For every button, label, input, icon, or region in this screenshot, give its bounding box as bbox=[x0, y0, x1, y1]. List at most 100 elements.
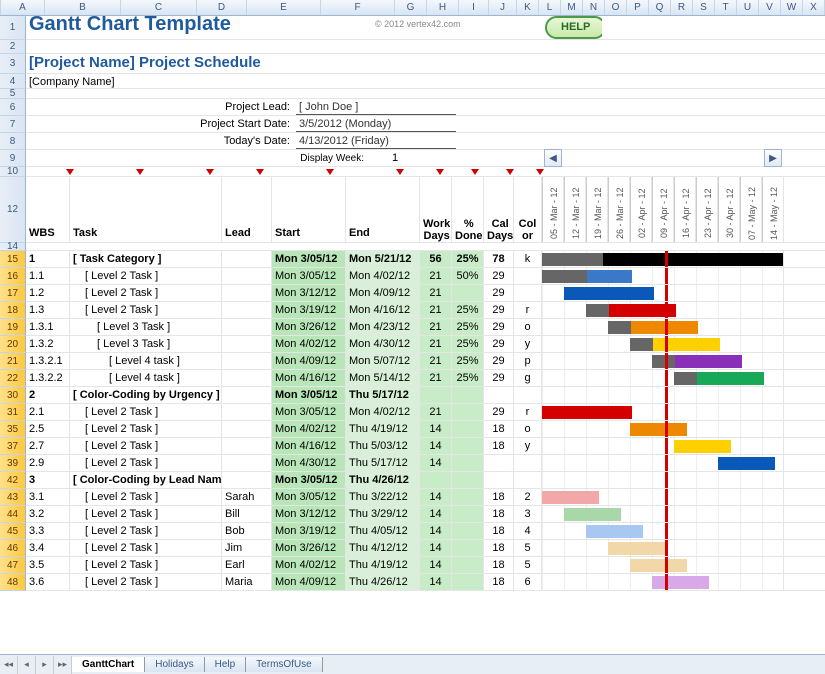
cell-task[interactable]: [ Task Category ] bbox=[70, 251, 222, 267]
column-header-E[interactable]: E bbox=[247, 0, 321, 15]
cell-pctdone[interactable] bbox=[452, 387, 484, 403]
cell-color[interactable]: 3 bbox=[514, 506, 542, 522]
cell-lead[interactable] bbox=[222, 472, 272, 488]
cell-workdays[interactable]: 21 bbox=[420, 285, 452, 301]
row-header[interactable]: 16 bbox=[0, 268, 26, 285]
cell-end[interactable]: Thu 4/19/12 bbox=[346, 421, 420, 437]
cell-end[interactable]: Mon 4/23/12 bbox=[346, 319, 420, 335]
help-button[interactable]: HELP bbox=[545, 16, 602, 39]
cell-caldays[interactable]: 18 bbox=[484, 438, 514, 454]
cell-task[interactable]: [ Level 2 Task ] bbox=[70, 421, 222, 437]
cell-lead[interactable] bbox=[222, 455, 272, 471]
row-header[interactable]: 12 bbox=[0, 177, 26, 243]
row-header[interactable]: 1 bbox=[0, 16, 26, 40]
cell-pctdone[interactable] bbox=[452, 489, 484, 505]
cell-task[interactable]: [ Level 2 Task ] bbox=[70, 438, 222, 454]
sheet-tab-ganttchart[interactable]: GanttChart bbox=[72, 657, 145, 672]
cell-lead[interactable] bbox=[222, 268, 272, 284]
cell-workdays[interactable]: 21 bbox=[420, 319, 452, 335]
cell-workdays[interactable]: 21 bbox=[420, 404, 452, 420]
cell-workdays[interactable]: 21 bbox=[420, 268, 452, 284]
cell-start[interactable]: Mon 4/16/12 bbox=[272, 438, 346, 454]
cell-pctdone[interactable]: 25% bbox=[452, 319, 484, 335]
cell-end[interactable]: Thu 4/05/12 bbox=[346, 523, 420, 539]
column-header-X[interactable]: X bbox=[803, 0, 825, 15]
row-header[interactable]: 5 bbox=[0, 89, 26, 99]
cell-lead[interactable]: Earl bbox=[222, 557, 272, 573]
column-header-L[interactable]: L bbox=[539, 0, 561, 15]
row-header[interactable]: 4 bbox=[0, 74, 26, 89]
cell-start[interactable]: Mon 3/05/12 bbox=[272, 251, 346, 267]
cell-caldays[interactable]: 18 bbox=[484, 557, 514, 573]
cell-start[interactable]: Mon 3/19/12 bbox=[272, 302, 346, 318]
cell-pctdone[interactable]: 25% bbox=[452, 302, 484, 318]
cell-workdays[interactable]: 21 bbox=[420, 336, 452, 352]
column-header-Q[interactable]: Q bbox=[649, 0, 671, 15]
cell-color[interactable]: g bbox=[514, 370, 542, 386]
cell-wbs[interactable]: 2.1 bbox=[26, 404, 70, 420]
cell-start[interactable]: Mon 4/02/12 bbox=[272, 336, 346, 352]
cell-lead[interactable]: Jim bbox=[222, 540, 272, 556]
cell-end[interactable]: Mon 5/07/12 bbox=[346, 353, 420, 369]
tab-nav-first-icon[interactable]: ◂◂ bbox=[0, 656, 18, 674]
column-header-I[interactable]: I bbox=[459, 0, 489, 15]
row-header[interactable]: 39 bbox=[0, 455, 26, 472]
gantt-bar[interactable] bbox=[630, 423, 687, 436]
cell-wbs[interactable]: 2.5 bbox=[26, 421, 70, 437]
project-start-date-value[interactable]: 3/5/2012 (Monday) bbox=[296, 116, 456, 132]
cell-lead[interactable] bbox=[222, 404, 272, 420]
cell-pctdone[interactable]: 25% bbox=[452, 336, 484, 352]
cell-workdays[interactable]: 14 bbox=[420, 506, 452, 522]
cell-caldays[interactable]: 29 bbox=[484, 336, 514, 352]
cell-caldays[interactable]: 18 bbox=[484, 421, 514, 437]
comment-marker-icon[interactable] bbox=[536, 169, 544, 175]
column-header-D[interactable]: D bbox=[197, 0, 247, 15]
row-header[interactable]: 21 bbox=[0, 353, 26, 370]
gantt-bar[interactable] bbox=[586, 525, 643, 538]
cell-task[interactable]: [ Level 3 Task ] bbox=[70, 336, 222, 352]
col-header-workdays[interactable]: Work Days bbox=[420, 177, 452, 242]
column-header-F[interactable]: F bbox=[321, 0, 395, 15]
cell-lead[interactable] bbox=[222, 353, 272, 369]
cell-wbs[interactable]: 2 bbox=[26, 387, 70, 403]
cell-task[interactable]: [ Level 2 Task ] bbox=[70, 455, 222, 471]
cell-pctdone[interactable]: 25% bbox=[452, 353, 484, 369]
row-header[interactable]: 35 bbox=[0, 421, 26, 438]
cell-lead[interactable] bbox=[222, 319, 272, 335]
column-header-C[interactable]: C bbox=[121, 0, 197, 15]
row-header[interactable]: 37 bbox=[0, 438, 26, 455]
column-header-U[interactable]: U bbox=[737, 0, 759, 15]
display-week-value[interactable]: 1 bbox=[370, 150, 420, 166]
row-header[interactable]: 43 bbox=[0, 489, 26, 506]
cell-end[interactable]: Thu 4/12/12 bbox=[346, 540, 420, 556]
comment-marker-icon[interactable] bbox=[471, 169, 479, 175]
cell-end[interactable]: Mon 4/30/12 bbox=[346, 336, 420, 352]
cell-task[interactable]: [ Level 2 Task ] bbox=[70, 557, 222, 573]
cell-pctdone[interactable] bbox=[452, 523, 484, 539]
cell-task[interactable]: [ Color-Coding by Lead Name ] bbox=[70, 472, 222, 488]
cell-task[interactable]: [ Level 2 Task ] bbox=[70, 506, 222, 522]
row-header[interactable]: 44 bbox=[0, 506, 26, 523]
row-header[interactable]: 9 bbox=[0, 150, 26, 167]
cell-caldays[interactable]: 29 bbox=[484, 353, 514, 369]
cell-workdays[interactable]: 14 bbox=[420, 557, 452, 573]
cell-task[interactable]: [ Color-Coding by Urgency ] bbox=[70, 387, 222, 403]
cell-task[interactable]: [ Level 2 Task ] bbox=[70, 523, 222, 539]
row-header[interactable]: 20 bbox=[0, 336, 26, 353]
cell-start[interactable]: Mon 4/09/12 bbox=[272, 353, 346, 369]
cell-task[interactable]: [ Level 2 Task ] bbox=[70, 489, 222, 505]
col-header-task[interactable]: Task bbox=[70, 177, 222, 242]
cell-color[interactable]: p bbox=[514, 353, 542, 369]
cell-lead[interactable]: Bob bbox=[222, 523, 272, 539]
cell-color[interactable] bbox=[514, 285, 542, 301]
row-header[interactable]: 6 bbox=[0, 99, 26, 116]
cell-wbs[interactable]: 1.1 bbox=[26, 268, 70, 284]
cell-workdays[interactable] bbox=[420, 387, 452, 403]
col-header-wbs[interactable]: WBS bbox=[26, 177, 70, 242]
cell-task[interactable]: [ Level 4 task ] bbox=[70, 353, 222, 369]
row-header[interactable]: 10 bbox=[0, 167, 26, 177]
cell-task[interactable]: [ Level 2 Task ] bbox=[70, 285, 222, 301]
cell-wbs[interactable]: 3.3 bbox=[26, 523, 70, 539]
cell-start[interactable]: Mon 3/26/12 bbox=[272, 540, 346, 556]
row-header[interactable]: 3 bbox=[0, 54, 26, 74]
